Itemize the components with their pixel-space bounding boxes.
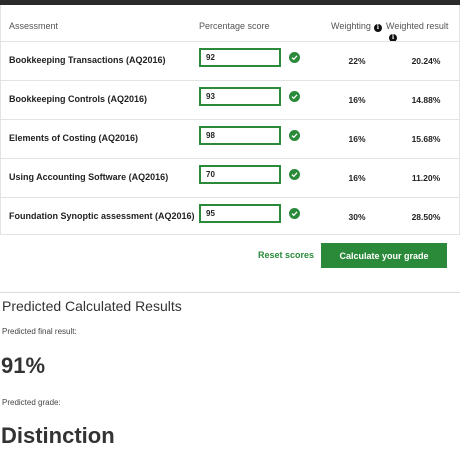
calculate-grade-button[interactable]: Calculate your grade (321, 243, 447, 268)
check-circle-icon (289, 208, 300, 219)
assessment-name: Using Accounting Software (AQ2016) (9, 172, 169, 182)
weighting-value: 16% (348, 95, 366, 105)
check-circle-icon (289, 52, 300, 63)
check-circle-icon (289, 169, 300, 180)
weighting-value: 30% (348, 212, 366, 222)
table-row: Foundation Synoptic assessment (AQ2016) … (1, 197, 459, 237)
weighted-result-value: 20.24% (411, 56, 441, 66)
score-input[interactable] (199, 165, 281, 184)
header-weighted-result: Weighted resulti (386, 21, 449, 42)
header-percentage-score: Percentage score (199, 21, 270, 31)
header-assessment: Assessment (9, 21, 59, 31)
weighted-result-value: 14.88% (411, 95, 441, 105)
header-weighting: Weighting i (331, 21, 382, 32)
grade-label: Predicted grade: (2, 398, 61, 407)
weighting-value: 16% (348, 134, 366, 144)
reset-scores-link[interactable]: Reset scores (258, 250, 314, 260)
final-result-label: Predicted final result: (2, 327, 77, 336)
check-circle-icon (289, 130, 300, 141)
check-circle-icon (289, 91, 300, 102)
weighting-value: 16% (348, 173, 366, 183)
weighting-info-icon[interactable]: i (373, 24, 382, 32)
grade-table: Assessment Percentage score Weighting i W… (0, 5, 460, 235)
assessment-name: Bookkeeping Controls (AQ2016) (9, 94, 148, 104)
weighted-result-value: 11.20% (411, 173, 441, 183)
grade-value: Distinction (1, 423, 115, 448)
assessment-name: Foundation Synoptic assessment (AQ2016) (9, 211, 195, 221)
assessment-name: Elements of Costing (AQ2016) (9, 133, 139, 143)
table-row: Bookkeeping Transactions (AQ2016) 22% 20… (1, 41, 459, 81)
weighted-result-value: 28.50% (411, 212, 441, 222)
weighting-value: 22% (348, 56, 366, 66)
table-row: Bookkeeping Controls (AQ2016) 16% 14.88% (1, 80, 459, 120)
score-input[interactable] (199, 48, 281, 67)
score-input[interactable] (199, 87, 281, 106)
score-input[interactable] (199, 126, 281, 145)
results-title: Predicted Calculated Results (2, 298, 182, 314)
assessment-name: Bookkeeping Transactions (AQ2016) (9, 55, 166, 65)
table-row: Elements of Costing (AQ2016) 16% 15.68% (1, 119, 459, 159)
final-result-value: 91% (1, 353, 46, 378)
section-divider (0, 292, 460, 293)
table-row: Using Accounting Software (AQ2016) 16% 1… (1, 158, 459, 198)
score-input[interactable] (199, 204, 281, 223)
weighted-result-value: 15.68% (411, 134, 441, 144)
